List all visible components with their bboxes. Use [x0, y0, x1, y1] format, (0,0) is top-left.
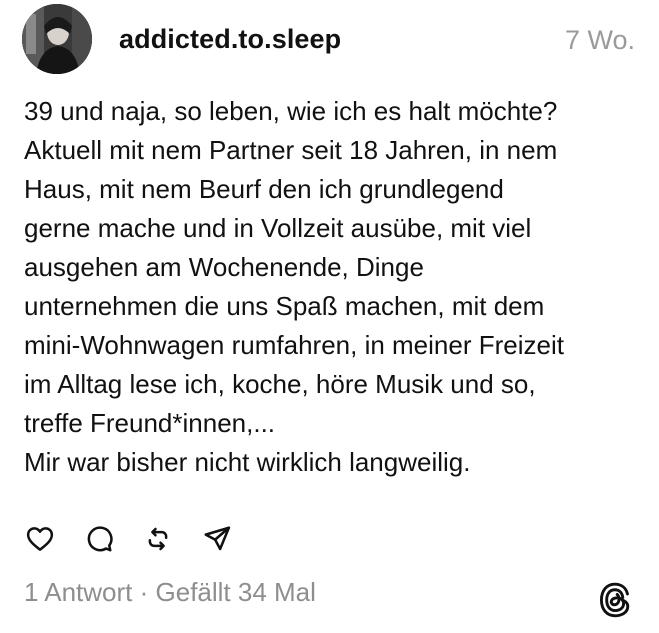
post-text-line: gerne mache und in Vollzeit ausübe, mit …: [24, 213, 532, 243]
post-text-line: im Alltag lese ich, koche, höre Musik un…: [24, 369, 536, 399]
post-text-line: mini-Wohnwagen rumfahren, in meiner Frei…: [24, 330, 564, 360]
post-text-line: 39 und naja, so leben, wie ich es halt m…: [24, 96, 558, 126]
send-icon: [204, 526, 231, 551]
repost-icon: [148, 527, 168, 551]
like-button[interactable]: [24, 523, 56, 555]
comment-button[interactable]: [83, 523, 115, 555]
author-username[interactable]: addicted.to.sleep: [119, 24, 341, 55]
stats-separator: ·: [132, 577, 156, 607]
post-text-line: Aktuell mit nem Partner seit 18 Jahren, …: [24, 135, 558, 165]
post-text-line: unternehmen die uns Spaß machen, mit dem: [24, 291, 545, 321]
likes-count[interactable]: Gefällt 34 Mal: [156, 577, 316, 607]
heart-icon: [26, 527, 54, 551]
post-text: 39 und naja, so leben, wie ich es halt m…: [24, 92, 644, 482]
share-button[interactable]: [201, 523, 233, 555]
comment-icon: [87, 526, 113, 552]
avatar-photo: [22, 4, 92, 74]
post-time[interactable]: 7 Wo.: [565, 25, 635, 56]
post-text-line: ausgehen am Wochenende, Dinge: [24, 252, 424, 282]
threads-logo-button[interactable]: [598, 582, 632, 618]
post-text-line: treffe Freund*innen,...: [24, 408, 276, 438]
threads-logo-icon: [599, 582, 630, 618]
action-bar: [24, 523, 260, 555]
post-stats: 1 Antwort · Gefällt 34 Mal: [24, 577, 316, 608]
post-text-line: Mir war bisher nicht wirklich langweilig…: [24, 447, 471, 477]
repost-button[interactable]: [142, 523, 174, 555]
avatar[interactable]: [22, 4, 92, 74]
post-text-line: Haus, mit nem Beurf den ich grundlegend: [24, 174, 504, 204]
replies-count[interactable]: 1 Antwort: [24, 577, 132, 607]
